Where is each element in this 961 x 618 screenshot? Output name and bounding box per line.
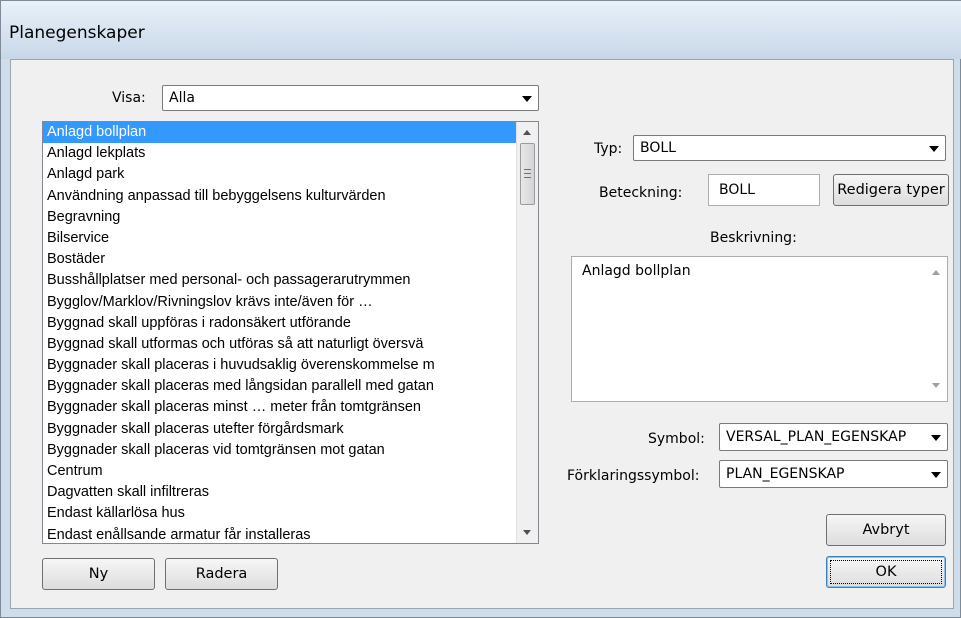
chevron-down-icon[interactable] <box>931 472 941 478</box>
list-item[interactable]: Användning anpassad till bebyggelsens ku… <box>43 186 538 207</box>
ok-button[interactable]: OK <box>826 556 946 588</box>
properties-list[interactable]: Anlagd bollplan Anlagd lekplats Anlagd par… <box>42 121 539 544</box>
list-item[interactable]: Dagvatten skall infiltreras <box>43 482 538 503</box>
dialog-client-area: Visa: Alla Anlagd bollplan Anlagd lekplat… <box>10 59 954 609</box>
window-title: Planegenskaper <box>9 23 145 43</box>
list-item[interactable]: Anlagd bollplan <box>43 122 538 144</box>
delete-button[interactable]: Radera <box>165 558 278 590</box>
title-bar[interactable]: Planegenskaper <box>1 1 961 59</box>
list-item[interactable]: Byggnader skall placeras i huvudsaklig ö… <box>43 355 538 376</box>
designation-input[interactable]: BOLL <box>708 174 820 206</box>
list-item[interactable]: Byggnader skall placeras utefter förgård… <box>43 419 538 440</box>
chevron-down-icon[interactable] <box>931 435 941 441</box>
description-textarea-value: Anlagd bollplan <box>582 263 691 279</box>
type-dropdown[interactable]: BOLL <box>633 135 946 161</box>
scroll-up-arrow-icon[interactable] <box>523 130 531 135</box>
scroll-down-arrow-icon[interactable] <box>523 530 531 535</box>
list-item[interactable]: Byggnader skall placeras vid tomtgränsen… <box>43 440 538 461</box>
symbol-dropdown[interactable]: VERSAL_PLAN_EGENSKAP <box>719 423 948 451</box>
type-dropdown-value: BOLL <box>640 140 676 156</box>
designation-label: Beteckning: <box>599 185 683 201</box>
list-item[interactable]: Endast källarlösa hus <box>43 503 538 524</box>
list-item[interactable]: Begravning <box>43 207 538 228</box>
description-scrollbar[interactable] <box>926 258 946 400</box>
list-item[interactable]: Busshållplatser med personal- och passag… <box>43 270 538 291</box>
edit-types-button-label: Redigera typer <box>837 182 945 198</box>
new-button[interactable]: Ny <box>42 558 155 590</box>
scrollbar-thumb[interactable] <box>520 143 535 205</box>
grip-line <box>524 169 531 170</box>
scroll-down-arrow-icon[interactable] <box>932 383 940 388</box>
filter-label: Visa: <box>112 90 146 106</box>
cancel-button[interactable]: Avbryt <box>826 514 946 546</box>
list-item[interactable]: Byggnad skall uppföras i radonsäkert utf… <box>43 313 538 334</box>
list-item[interactable]: Bostäder <box>43 249 538 270</box>
dialog-window: Planegenskaper Visa: Alla Anlagd bollpla… <box>0 0 961 618</box>
chevron-down-icon[interactable] <box>929 146 939 152</box>
list-item[interactable]: Endast enållsande armatur får installera… <box>43 525 538 543</box>
filter-dropdown-value: Alla <box>169 90 195 106</box>
description-textarea[interactable]: Anlagd bollplan <box>571 256 948 402</box>
list-item[interactable]: Anlagd park <box>43 164 538 185</box>
legend-symbol-label: Förklaringssymbol: <box>567 468 700 484</box>
list-item[interactable]: Bilservice <box>43 228 538 249</box>
symbol-dropdown-value: VERSAL_PLAN_EGENSKAP <box>726 429 907 445</box>
list-item[interactable]: Byggnader skall placeras med långsidan p… <box>43 376 538 397</box>
filter-dropdown[interactable]: Alla <box>162 85 539 111</box>
list-scrollbar[interactable] <box>516 122 538 543</box>
description-label: Beskrivning: <box>710 230 797 246</box>
designation-input-value: BOLL <box>719 182 755 198</box>
chevron-down-icon <box>522 96 532 102</box>
list-item[interactable]: Bygglov/Marklov/Rivningslov krävs inte/ä… <box>43 292 538 313</box>
list-item[interactable]: Byggnad skall utformas och utföras så at… <box>43 334 538 355</box>
grip-line <box>524 173 531 174</box>
list-item[interactable]: Byggnader skall placeras minst … meter f… <box>43 397 538 418</box>
type-label: Typ: <box>594 141 623 157</box>
grip-line <box>524 177 531 178</box>
focus-rectangle <box>830 560 942 584</box>
list-item[interactable]: Centrum <box>43 461 538 482</box>
scroll-up-arrow-icon[interactable] <box>932 270 940 275</box>
legend-symbol-dropdown[interactable]: PLAN_EGENSKAP <box>719 460 948 488</box>
list-items-container: Anlagd bollplan Anlagd lekplats Anlagd par… <box>43 122 538 543</box>
edit-types-button[interactable]: Redigera typer <box>833 174 949 206</box>
legend-symbol-dropdown-value: PLAN_EGENSKAP <box>726 466 845 482</box>
list-item[interactable]: Anlagd lekplats <box>43 143 538 164</box>
symbol-label: Symbol: <box>648 431 705 447</box>
